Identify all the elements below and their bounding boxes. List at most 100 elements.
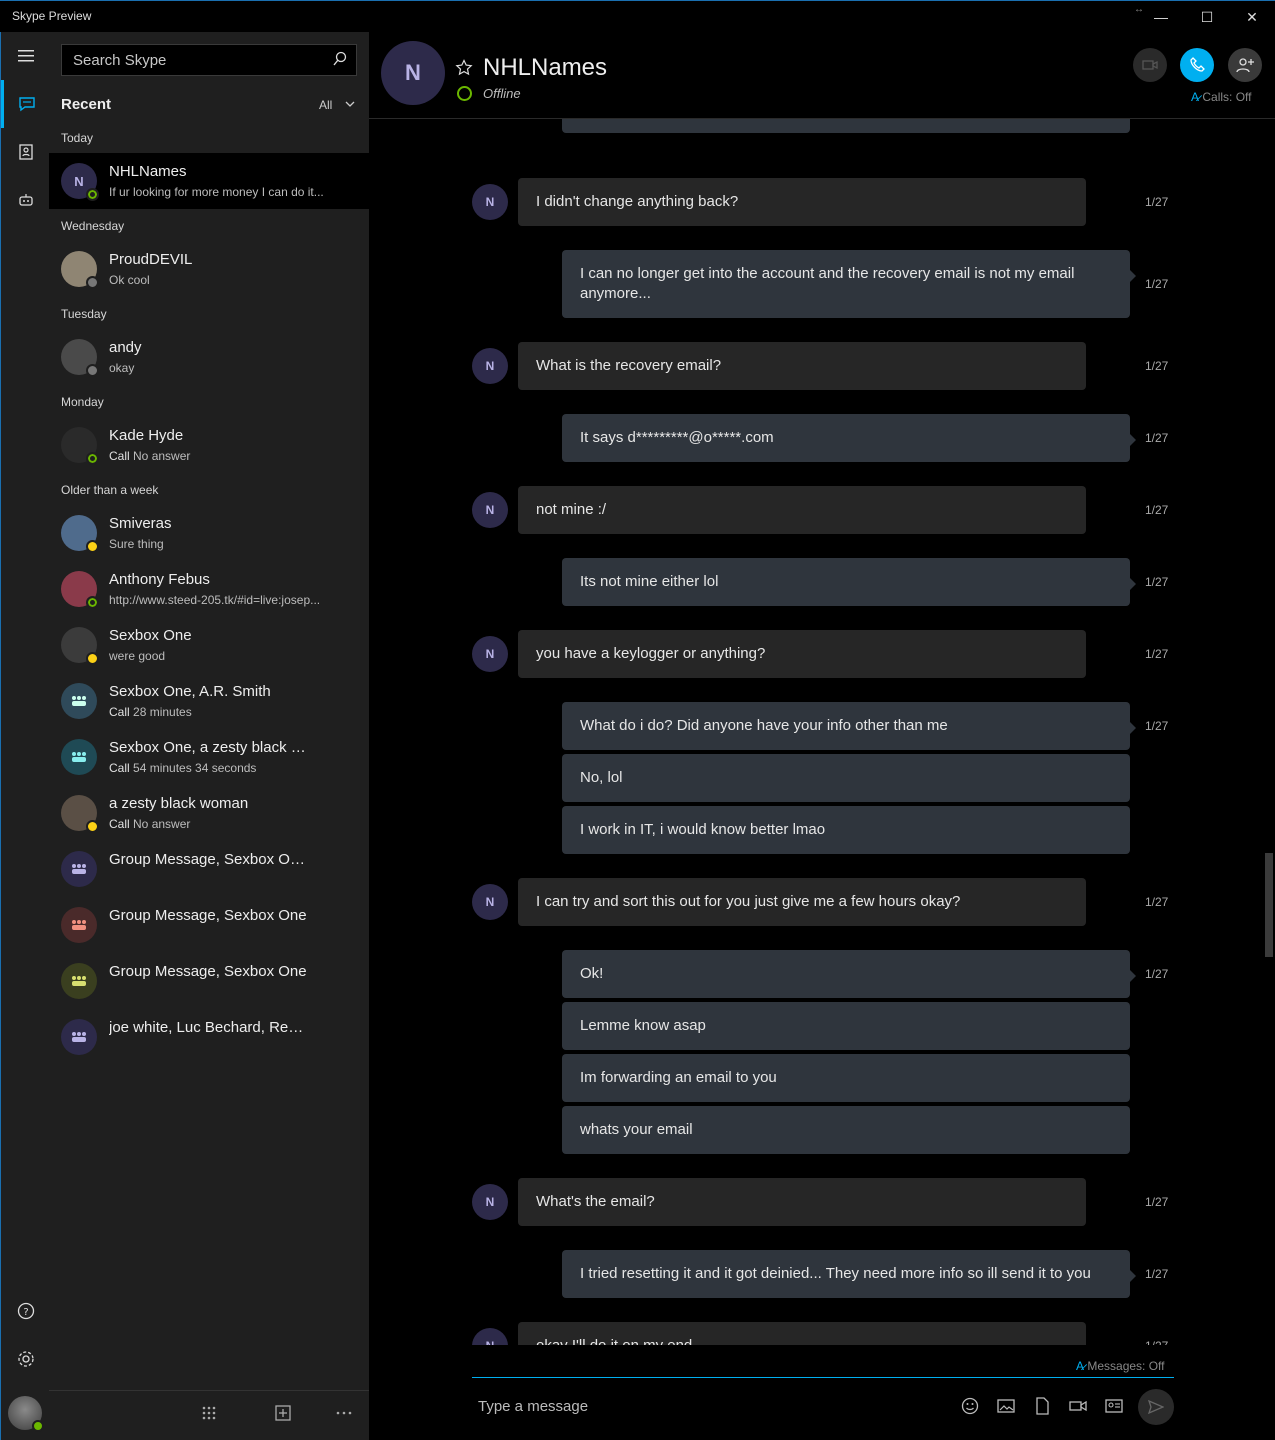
group-icon [72, 976, 86, 986]
section-wednesday: Wednesday [61, 219, 125, 233]
chat-item[interactable]: a zesty black woman Call No answer [49, 785, 369, 841]
scrollbar-thumb[interactable] [1265, 853, 1273, 957]
message-text: Lemme know asap [580, 1017, 706, 1034]
my-avatar[interactable] [8, 1396, 44, 1432]
chat-name: NHLNames [109, 163, 187, 180]
bots-button[interactable] [1, 176, 50, 224]
section-older: Older than a week [61, 483, 159, 497]
search-input[interactable] [62, 45, 322, 75]
chat-name: a zesty black woman [109, 795, 249, 812]
chat-item[interactable]: Anthony Febus http://www.steed-205.tk/#i… [49, 561, 369, 617]
send-button[interactable] [1138, 1389, 1174, 1425]
incoming-message[interactable]: I can try and sort this out for you just… [518, 878, 1086, 926]
audio-call-button[interactable] [1180, 48, 1214, 82]
outgoing-message[interactable]: Ok! [562, 950, 1136, 998]
sender-avatar[interactable]: N [472, 492, 508, 528]
calls-translate-toggle[interactable]: A̷ Calls: Off [1191, 90, 1251, 104]
new-chat-icon[interactable] [275, 1405, 291, 1421]
incoming-message[interactable]: not mine :/ [518, 486, 1086, 534]
chat-item[interactable]: Kade Hyde Call No answer [49, 417, 369, 473]
message-text: No, lol [580, 769, 623, 786]
sender-avatar[interactable]: N [472, 184, 508, 220]
outgoing-message[interactable]: No, lol [562, 754, 1130, 802]
chat-name: joe white, Luc Bechard, Rem... [109, 1019, 309, 1036]
status-away-icon [86, 820, 99, 833]
chat-item[interactable]: Sexbox One were good [49, 617, 369, 673]
outgoing-message[interactable]: whats your email [562, 1106, 1130, 1154]
dialpad-icon[interactable] [201, 1405, 217, 1421]
chat-item[interactable]: Smiveras Sure thing [49, 505, 369, 561]
message-input[interactable] [472, 1388, 952, 1424]
outgoing-message[interactable]: Lemme know asap [562, 1002, 1130, 1050]
minimize-button[interactable]: — [1138, 1, 1184, 33]
sender-avatar[interactable]: N [472, 636, 508, 672]
video-message-icon[interactable] [1069, 1397, 1087, 1415]
outgoing-message[interactable]: Im forwarding an email to you [562, 1054, 1130, 1102]
sender-avatar[interactable]: N [472, 348, 508, 384]
recent-filter[interactable]: All [319, 98, 332, 112]
contact-avatar[interactable]: N [381, 41, 445, 105]
video-call-button[interactable] [1133, 48, 1167, 82]
help-button[interactable]: ? [1, 1287, 50, 1335]
sender-avatar[interactable]: N [472, 1328, 508, 1345]
contact-card-icon[interactable] [1105, 1397, 1123, 1415]
message-text: I can no longer get into the account and… [580, 265, 1075, 302]
sender-avatar[interactable]: N [472, 884, 508, 920]
outgoing-message[interactable]: Its not mine either lol [562, 558, 1136, 606]
outgoing-message[interactable]: I can no longer get into the account and… [562, 250, 1136, 318]
add-people-button[interactable] [1228, 48, 1262, 82]
chat-item[interactable]: Group Message, Sexbox One [49, 953, 369, 1009]
contacts-icon [18, 144, 33, 160]
outgoing-message[interactable]: It says d*********@o*****.com [562, 414, 1136, 462]
chat-item[interactable]: ProudDEVIL Ok cool [49, 241, 369, 297]
menu-button[interactable] [1, 32, 50, 80]
message-timestamp: 1/27 [1145, 967, 1169, 981]
emoji-icon[interactable] [961, 1397, 979, 1415]
incoming-message[interactable]: What's the email? [518, 1178, 1086, 1226]
recent-chats-button[interactable] [1, 80, 50, 128]
nav-rail: ? [0, 32, 49, 1440]
star-icon[interactable] [455, 59, 473, 77]
group-avatar [61, 963, 97, 999]
outgoing-message[interactable]: I tried resetting it and it got deinied.… [562, 1250, 1136, 1298]
chat-item[interactable]: Sexbox One, a zesty black w... Call 54 m… [49, 729, 369, 785]
outgoing-message[interactable]: What do i do? Did anyone have your info … [562, 702, 1136, 750]
message-list[interactable]: password? I didn't change anything back? N… [369, 119, 1263, 1345]
chat-item[interactable]: Group Message, Sexbox One [49, 897, 369, 953]
message-scrollbar[interactable] [1263, 119, 1275, 1345]
maximize-button[interactable]: ☐ [1184, 1, 1230, 33]
chevron-down-icon[interactable] [345, 100, 355, 108]
translate-icon: A̷ [1076, 1359, 1085, 1373]
my-status-dot [32, 1420, 44, 1432]
messages-translate-toggle[interactable]: A̷ Messages: Off [1076, 1359, 1165, 1373]
chat-preview: Call No answer [109, 817, 329, 831]
chat-item[interactable]: N NHLNames If ur looking for more money … [49, 153, 369, 209]
incoming-message[interactable]: okay I'll do it on my end [518, 1322, 1086, 1345]
chat-name: Sexbox One, A.R. Smith [109, 683, 271, 700]
settings-button[interactable] [1, 1335, 50, 1383]
contacts-button[interactable] [1, 128, 50, 176]
incoming-message[interactable]: What is the recovery email? [518, 342, 1086, 390]
chat-item[interactable]: Group Message, Sexbox On... [49, 841, 369, 897]
chat-item[interactable]: joe white, Luc Bechard, Rem... [49, 1009, 369, 1065]
search-icon[interactable] [332, 51, 348, 67]
status-online-icon [86, 188, 99, 201]
incoming-message[interactable]: I didn't change anything back? [518, 178, 1086, 226]
group-icon [72, 920, 86, 930]
file-icon[interactable] [1033, 1397, 1051, 1415]
contact-name[interactable]: NHLNames [483, 54, 607, 82]
chat-name: Anthony Febus [109, 571, 210, 588]
outgoing-message[interactable]: password? [562, 119, 1130, 133]
settings-icon [17, 1351, 34, 1367]
message-text: It says d*********@o*****.com [580, 429, 774, 446]
chat-item[interactable]: Sexbox One, A.R. Smith Call 28 minutes [49, 673, 369, 729]
image-icon[interactable] [997, 1397, 1015, 1415]
more-icon[interactable] [335, 1405, 353, 1421]
status-unknown-icon [86, 364, 99, 377]
send-icon [1148, 1400, 1164, 1414]
close-button[interactable]: ✕ [1229, 1, 1275, 33]
incoming-message[interactable]: you have a keylogger or anything? [518, 630, 1086, 678]
chat-item[interactable]: andy okay [49, 329, 369, 385]
outgoing-message[interactable]: I work in IT, i would know better lmao [562, 806, 1130, 854]
sender-avatar[interactable]: N [472, 1184, 508, 1220]
